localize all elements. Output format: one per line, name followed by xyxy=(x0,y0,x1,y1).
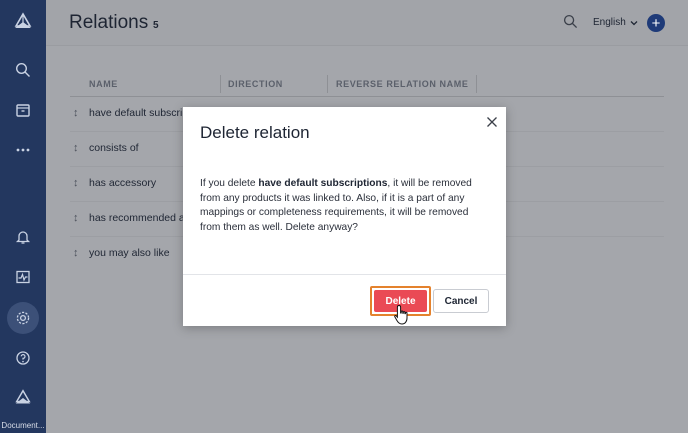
header-search-icon[interactable] xyxy=(563,14,578,34)
document-label[interactable]: Document... xyxy=(0,421,46,430)
cancel-button[interactable]: Cancel xyxy=(433,289,489,313)
gear-icon[interactable] xyxy=(0,298,46,338)
relation-name: has accessory xyxy=(89,177,157,189)
page-title: Relations xyxy=(69,12,149,33)
hand-cursor-icon xyxy=(394,304,408,325)
page-header: Relations 5 English + xyxy=(46,0,688,46)
relation-name: has recommended ac xyxy=(89,212,190,224)
drag-handle-icon[interactable]: ↕ xyxy=(73,142,79,154)
relation-name: you may also like xyxy=(89,247,170,259)
column-header-direction[interactable]: DIRECTION xyxy=(228,79,283,89)
plus-icon: + xyxy=(651,14,661,32)
dialog-title: Delete relation xyxy=(200,123,310,142)
chevron-down-icon xyxy=(630,20,638,25)
column-header-reverse-name[interactable]: REVERSE RELATION NAME xyxy=(336,79,468,89)
table-header: NAME DIRECTION REVERSE RELATION NAME xyxy=(70,72,664,97)
relation-name: have default subscrip xyxy=(89,107,189,119)
help-icon[interactable] xyxy=(0,338,46,378)
logo-icon[interactable] xyxy=(0,2,46,42)
catalog-icon[interactable] xyxy=(0,90,46,130)
column-header-name[interactable]: NAME xyxy=(89,79,118,89)
dialog-message: If you delete have default subscriptions… xyxy=(200,177,490,235)
relation-name-bold: have default subscriptions xyxy=(258,178,388,189)
search-icon[interactable] xyxy=(0,50,46,90)
close-icon[interactable] xyxy=(485,115,499,129)
bell-icon[interactable] xyxy=(0,217,46,257)
column-divider xyxy=(476,75,477,93)
sidebar: Document... xyxy=(0,0,46,433)
column-divider xyxy=(327,75,328,93)
relation-name: consists of xyxy=(89,142,139,154)
drag-handle-icon[interactable]: ↕ xyxy=(73,177,79,189)
relation-count-badge: 5 xyxy=(153,20,159,31)
add-relation-button[interactable]: + xyxy=(647,14,665,32)
drag-handle-icon[interactable]: ↕ xyxy=(73,247,79,259)
dialog-divider xyxy=(183,274,506,275)
language-selector[interactable]: English xyxy=(593,17,638,28)
column-divider xyxy=(220,75,221,93)
delete-relation-dialog: Delete relation If you delete have defau… xyxy=(183,107,506,326)
language-label: English xyxy=(593,17,626,28)
drag-handle-icon[interactable]: ↕ xyxy=(73,107,79,119)
activity-icon[interactable] xyxy=(0,257,46,297)
message-text: If you delete xyxy=(200,178,259,189)
drag-handle-icon[interactable]: ↕ xyxy=(73,212,79,224)
more-icon[interactable] xyxy=(0,130,46,170)
brand-logo-icon xyxy=(0,378,46,418)
